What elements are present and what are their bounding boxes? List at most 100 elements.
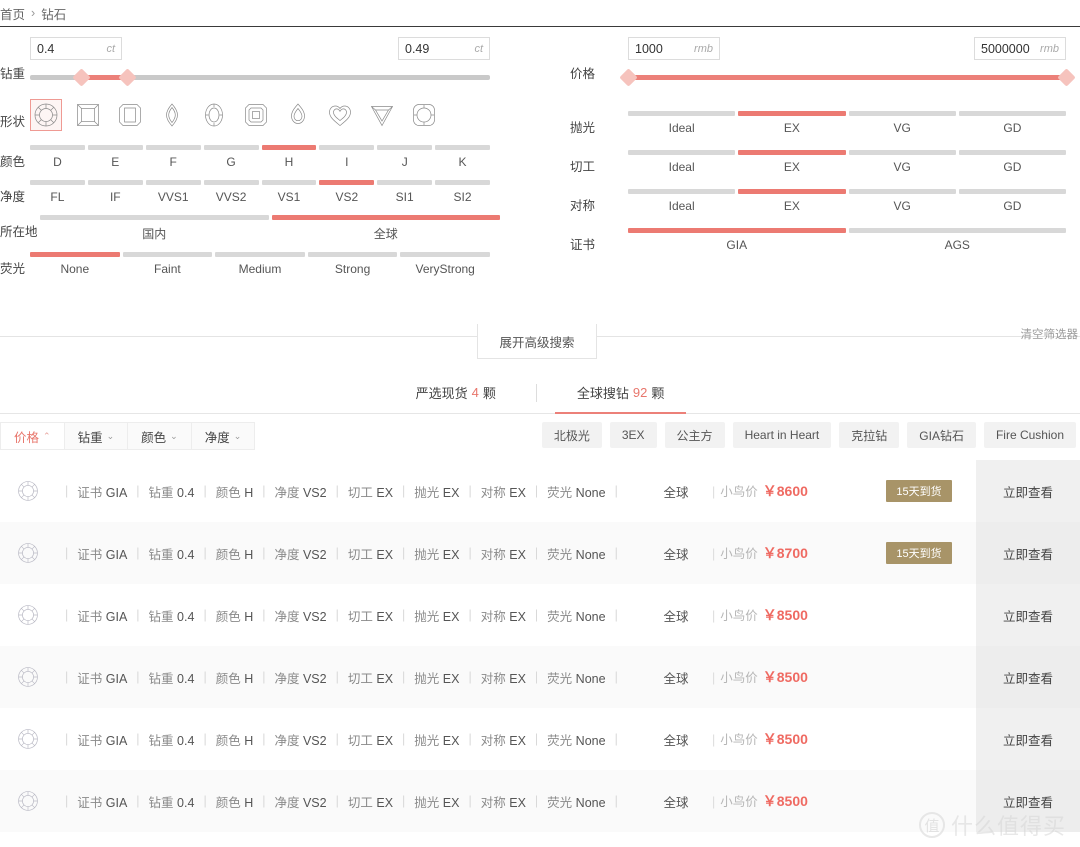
shape-option-emerald[interactable] <box>114 99 146 131</box>
carat-slider-handle-min[interactable] <box>71 68 91 87</box>
view-detail-button[interactable]: 立即查看 <box>976 770 1080 832</box>
result-row[interactable]: | 证书 GIA | 钻重 0.4 | 颜色 H | 净度 VS2 | 切工 EX | 抛光 EX | 对… <box>0 646 1080 708</box>
spec-value: GIA <box>105 609 128 624</box>
option-fluorescence-faint[interactable]: Faint <box>122 252 213 276</box>
shape-option-round[interactable] <box>30 99 62 131</box>
option-polish-ex[interactable]: EX <box>738 111 846 135</box>
price-max-input[interactable]: 5000000 rmb <box>974 37 1066 60</box>
tag-chip[interactable]: 克拉钻 <box>839 422 900 448</box>
option-clarity-si2[interactable]: SI2 <box>435 180 490 204</box>
spec-list: | 证书 GIA | 钻重 0.4 | 颜色 H | 净度 VS2 | 切工 EX | 抛光 EX | 对… <box>56 544 640 563</box>
option-symmetry-gd[interactable]: GD <box>958 189 1066 213</box>
diamond-icon <box>18 729 38 749</box>
option-clarity-vvs1[interactable]: VVS1 <box>145 180 201 204</box>
tag-chip[interactable]: Fire Cushion <box>983 422 1076 448</box>
result-row[interactable]: | 证书 GIA | 钻重 0.4 | 颜色 H | 净度 VS2 | 切工 EX | 抛光 EX | 对… <box>0 522 1080 584</box>
view-detail-button[interactable]: 立即查看 <box>976 584 1080 646</box>
filter-label-shape: 形状 <box>0 115 26 129</box>
sort-button-颜色[interactable]: 颜色 ⌄ <box>128 423 192 449</box>
shape-option-princess[interactable] <box>72 99 104 131</box>
tag-chip[interactable]: Heart in Heart <box>732 422 832 448</box>
option-symmetry-ideal[interactable]: Ideal <box>628 189 736 213</box>
option-cut-ideal[interactable]: Ideal <box>628 150 736 174</box>
view-detail-button[interactable]: 立即查看 <box>976 460 1080 522</box>
option-fluorescence-medium[interactable]: Medium <box>215 252 305 276</box>
tag-chip[interactable]: 北极光 <box>541 422 602 448</box>
option-polish-ideal[interactable]: Ideal <box>628 111 736 135</box>
shape-option-cushion[interactable] <box>408 99 440 131</box>
option-color-k[interactable]: K <box>435 145 490 169</box>
option-color-e[interactable]: E <box>87 145 143 169</box>
spec-separator: | <box>335 546 339 560</box>
carat-max-input[interactable]: 0.49 ct <box>398 37 490 60</box>
option-fluorescence-none[interactable]: None <box>30 252 120 276</box>
price-min-input[interactable]: 1000 rmb <box>628 37 720 60</box>
result-row[interactable]: | 证书 GIA | 钻重 0.4 | 颜色 H | 净度 VS2 | 切工 EX | 抛光 EX | 对… <box>0 460 1080 522</box>
polish-options: Ideal EX VG GD <box>628 111 1066 135</box>
option-color-g[interactable]: G <box>203 145 259 169</box>
carat-slider[interactable] <box>30 68 490 87</box>
spec-list: | 证书 GIA | 钻重 0.4 | 颜色 H | 净度 VS2 | 切工 EX | 抛光 EX | 对… <box>56 606 640 625</box>
tag-chip[interactable]: 公主方 <box>664 422 725 448</box>
option-polish-gd[interactable]: GD <box>958 111 1066 135</box>
option-color-d[interactable]: D <box>30 145 85 169</box>
filter-row-location: 所在地 国内 全球 <box>0 215 540 242</box>
view-detail-button[interactable]: 立即查看 <box>976 646 1080 708</box>
price-slider-handle-min[interactable] <box>619 68 638 87</box>
option-location-国内[interactable]: 国内 <box>40 215 269 242</box>
option-bar <box>377 145 433 150</box>
option-cut-ex[interactable]: EX <box>738 150 846 174</box>
carat-slider-handle-max[interactable] <box>117 68 137 87</box>
tag-chip[interactable]: 3EX <box>609 422 657 448</box>
result-row[interactable]: | 证书 GIA | 钻重 0.4 | 颜色 H | 净度 VS2 | 切工 EX | 抛光 EX | 对… <box>0 770 1080 832</box>
option-symmetry-ex[interactable]: EX <box>738 189 846 213</box>
option-cert-ags[interactable]: AGS <box>848 228 1066 252</box>
option-clarity-vs2[interactable]: VS2 <box>319 180 375 204</box>
option-color-i[interactable]: I <box>319 145 375 169</box>
option-cut-gd[interactable]: GD <box>958 150 1066 174</box>
tag-chip[interactable]: GIA钻石 <box>907 422 976 448</box>
shape-option-oval[interactable] <box>198 99 230 131</box>
price-slider-handle-max[interactable] <box>1057 68 1076 87</box>
option-symmetry-vg[interactable]: VG <box>848 189 956 213</box>
option-color-h[interactable]: H <box>261 145 317 169</box>
result-row[interactable]: | 证书 GIA | 钻重 0.4 | 颜色 H | 净度 VS2 | 切工 EX | 抛光 EX | 对… <box>0 584 1080 646</box>
tab-global-search[interactable]: 全球搜钻 92 颗 <box>537 372 705 414</box>
option-color-j[interactable]: J <box>377 145 433 169</box>
sort-button-净度[interactable]: 净度 ⌄ <box>192 423 255 449</box>
diamond-thumbnail <box>0 541 56 565</box>
option-polish-vg[interactable]: VG <box>848 111 956 135</box>
diamond-icon <box>18 667 38 687</box>
option-clarity-vs1[interactable]: VS1 <box>261 180 317 204</box>
breadcrumb-home[interactable]: 首页 <box>0 4 25 23</box>
shape-option-heart[interactable] <box>324 99 356 131</box>
spec-value: EX <box>442 671 460 686</box>
option-cert-gia[interactable]: GIA <box>628 228 846 252</box>
fluorescence-options: None Faint Medium Strong VeryStrong <box>30 252 490 276</box>
clear-filters-link[interactable]: 清空筛选器 <box>1021 326 1079 342</box>
shape-option-marquise[interactable] <box>156 99 188 131</box>
option-clarity-if[interactable]: IF <box>87 180 143 204</box>
price-slider[interactable] <box>619 68 1076 87</box>
shape-option-trillion[interactable] <box>366 99 398 131</box>
sort-button-价格[interactable]: 价格 ⌃ <box>1 423 65 449</box>
option-clarity-vvs2[interactable]: VVS2 <box>203 180 259 204</box>
view-detail-button[interactable]: 立即查看 <box>976 522 1080 584</box>
sort-button-钻重[interactable]: 钻重 ⌄ <box>65 423 129 449</box>
option-fluorescence-strong[interactable]: Strong <box>307 252 398 276</box>
option-fluorescence-verystrong[interactable]: VeryStrong <box>400 252 490 276</box>
option-clarity-si1[interactable]: SI1 <box>377 180 433 204</box>
option-cut-vg[interactable]: VG <box>848 150 956 174</box>
carat-min-input[interactable]: 0.4 ct <box>30 37 122 60</box>
shape-option-pear[interactable] <box>282 99 314 131</box>
option-color-f[interactable]: F <box>145 145 201 169</box>
shape-option-radiant[interactable] <box>240 99 272 131</box>
spec-key: 切工 <box>347 671 373 686</box>
option-location-全球[interactable]: 全球 <box>271 215 500 242</box>
result-row[interactable]: | 证书 GIA | 钻重 0.4 | 颜色 H | 净度 VS2 | 切工 EX | 抛光 EX | 对… <box>0 708 1080 770</box>
expand-advanced-search-button[interactable]: 展开高级搜索 <box>477 324 597 359</box>
tab-in-stock[interactable]: 严选现货 4 颗 <box>376 372 536 414</box>
option-clarity-fl[interactable]: FL <box>30 180 85 204</box>
view-detail-button[interactable]: 立即查看 <box>976 708 1080 770</box>
carat-max-value: 0.49 <box>405 41 430 56</box>
